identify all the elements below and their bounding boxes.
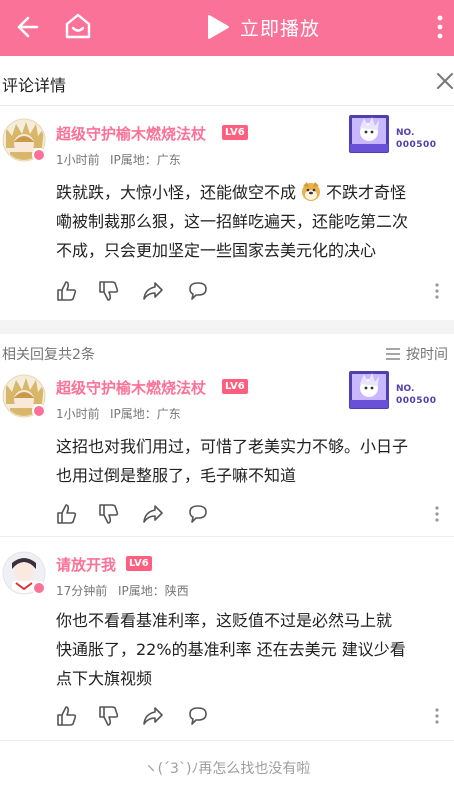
comment-text-line-2: 快通胀了，22%的基准利率 还在去美元 建议少看 [56, 640, 406, 659]
play-icon [208, 15, 229, 39]
username[interactable]: 超级守护榆木燃烧法杖 [56, 377, 206, 398]
comment-text: 跌就跌，大惊小怪，还能做空不成 不跌才奇怪 嘞被制裁那么狠，这一招鲜吃遍天，还能吃… [56, 178, 448, 265]
share-icon[interactable] [142, 503, 164, 525]
comment-time: 1小时前 [56, 407, 100, 421]
home-tv-icon[interactable] [62, 10, 94, 42]
ip-location: IP属地：广东 [110, 407, 181, 421]
sort-icon [386, 348, 400, 360]
level-badge: LV6 [222, 125, 248, 140]
sort-label: 按时间 [406, 347, 448, 363]
avatar-badge [32, 148, 46, 162]
comment-actions [56, 503, 446, 525]
reply-icon[interactable] [187, 705, 209, 727]
reply-count: 相关回复共2条 [2, 347, 95, 363]
username[interactable]: 请放开我 [56, 554, 116, 575]
share-icon[interactable] [142, 705, 164, 727]
close-icon[interactable] [436, 72, 454, 90]
fan-badge-number: 000500 [396, 396, 437, 406]
comment-text-line-1b: 不跌才奇怪 [326, 183, 407, 202]
comment-actions [56, 280, 446, 302]
comment-detail-header: 评论详情 [0, 56, 454, 106]
level-badge: LV6 [126, 556, 152, 571]
dislike-icon[interactable] [98, 280, 120, 302]
play-now-label: 立即播放 [240, 17, 321, 40]
reply-icon[interactable] [187, 280, 209, 302]
fan-badge-number: 000500 [396, 140, 437, 150]
like-icon[interactable] [56, 705, 78, 727]
dislike-icon[interactable] [98, 503, 120, 525]
more-vertical-icon[interactable] [430, 12, 450, 42]
avatar-badge [32, 404, 46, 418]
comment-time: 1小时前 [56, 153, 100, 167]
comment-text-line-3: 不成，只会更加坚定一些国家去美元化的决心 [56, 241, 377, 260]
replies-header: 相关回复共2条 按时间 [0, 338, 454, 366]
ip-location: IP属地：广东 [110, 153, 181, 167]
comment-more-icon[interactable] [434, 505, 440, 523]
main-comment: 超级守护榆木燃烧法杖 LV6 1小时前 IP属地：广东 NO. 000500 跌… [0, 106, 454, 306]
fan-badge-no: NO. [396, 128, 415, 138]
like-icon[interactable] [56, 280, 78, 302]
comment-text-line-3: 点下大旗视频 [56, 669, 153, 688]
top-bar: 立即播放 [0, 0, 454, 56]
avatar-badge [32, 581, 46, 595]
reply-separator [0, 740, 454, 741]
reply-icon[interactable] [187, 503, 209, 525]
reply-item: 超级守护榆木燃烧法杖 LV6 1小时前 IP属地：广东 NO. 000500 这… [0, 366, 454, 534]
comment-time: 17分钟前 [56, 584, 108, 598]
end-of-list-notice: ヽ(ˊ3ˋ)ﾉ再怎么找也没有啦 [143, 761, 311, 777]
page-title: 评论详情 [2, 76, 67, 95]
reply-item: 请放开我 LV6 17分钟前 IP属地：陕西 你也不看看基准利率，这贬值不过是必… [0, 537, 454, 737]
section-divider [0, 320, 454, 334]
sort-button[interactable]: 按时间 [386, 344, 448, 364]
comment-text-line-1: 你也不看看基准利率，这贬值不过是必然马上就 [56, 611, 393, 630]
comment-actions [56, 705, 446, 727]
username[interactable]: 超级守护榆木燃烧法杖 [56, 123, 206, 144]
fan-badge-no: NO. [396, 384, 415, 394]
dislike-icon[interactable] [98, 705, 120, 727]
back-arrow-icon[interactable] [10, 12, 40, 42]
doge-emoji-icon [302, 182, 321, 201]
comment-more-icon[interactable] [434, 282, 440, 300]
play-now-button[interactable]: 立即播放 [206, 8, 320, 46]
comment-text-line-2: 嘞被制裁那么狠，这一招鲜吃遍天，还能吃第二次 [56, 212, 409, 231]
comment-text-line-1: 这招也对我们用过，可惜了老美实力不够。小日子 [56, 437, 409, 456]
like-icon[interactable] [56, 503, 78, 525]
comment-more-icon[interactable] [434, 707, 440, 725]
comment-text: 你也不看看基准利率，这贬值不过是必然马上就 快通胀了，22%的基准利率 还在去美… [56, 606, 448, 693]
comment-text: 这招也对我们用过，可惜了老美实力不够。小日子 也用过倒是整服了，毛子嘛不知道 [56, 432, 448, 490]
share-icon[interactable] [142, 280, 164, 302]
comment-text-line-1a: 跌就跌，大惊小怪，还能做空不成 [56, 183, 297, 202]
ip-location: IP属地：陕西 [118, 584, 189, 598]
comment-text-line-2: 也用过倒是整服了，毛子嘛不知道 [56, 466, 297, 485]
level-badge: LV6 [222, 379, 248, 394]
